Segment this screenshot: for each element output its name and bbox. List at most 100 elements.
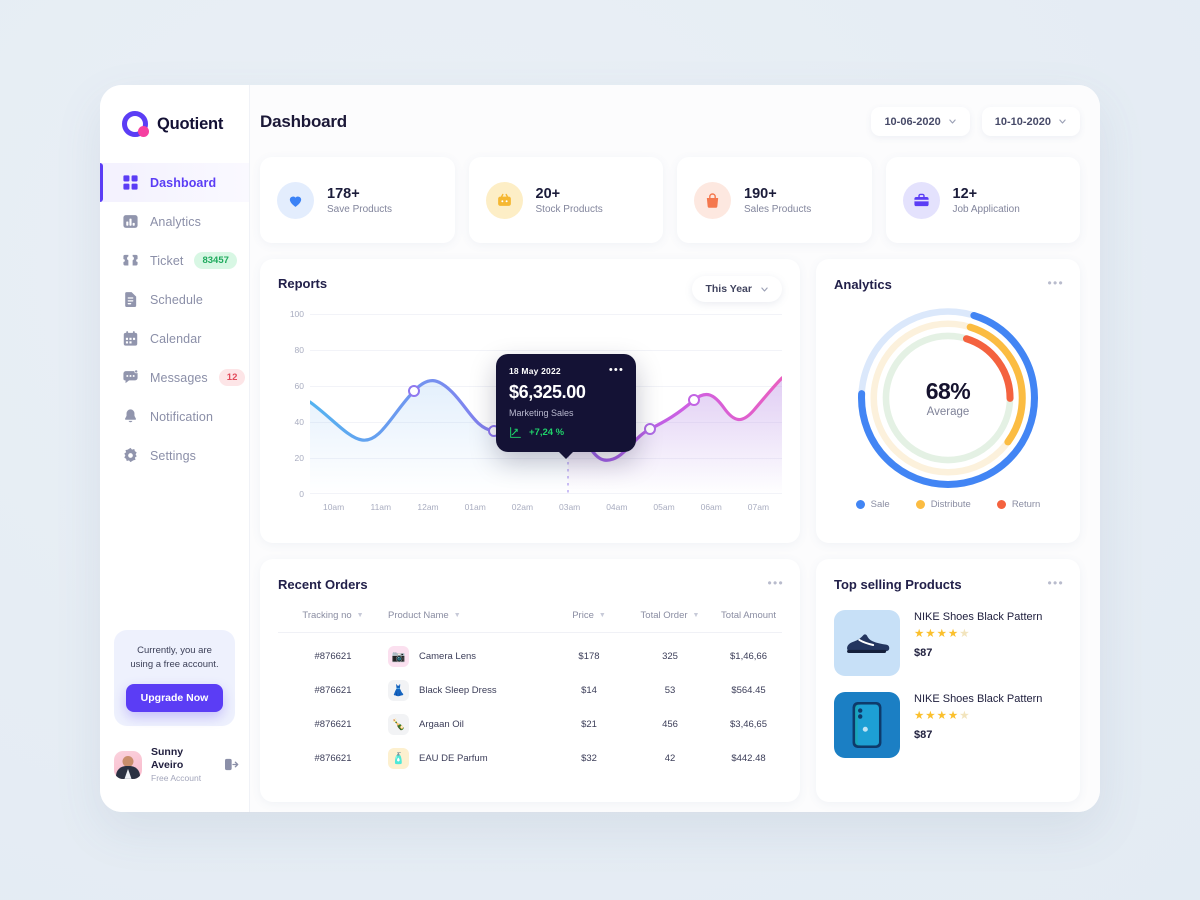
tooltip-delta-value: +7,24 % bbox=[529, 427, 565, 438]
top-selling-more-icon[interactable]: ••• bbox=[1047, 577, 1064, 589]
orders-table: Tracking no ▼ Product Name ▼ Price ▼ Total … bbox=[278, 610, 782, 769]
y-axis-tick: 100 bbox=[289, 309, 304, 319]
list-item[interactable]: NIKE Shoes Black Pattern ★★★★★ $87 bbox=[834, 692, 1062, 758]
tooltip-subtitle: Marketing Sales bbox=[509, 408, 574, 418]
logout-icon[interactable] bbox=[223, 756, 239, 773]
sidebar-item-label: Analytics bbox=[150, 214, 201, 229]
stat-card-sales-products[interactable]: 190+ Sales Products bbox=[677, 157, 872, 243]
chart-marker bbox=[688, 394, 700, 406]
stat-card-text: 12+ Job Application bbox=[953, 185, 1020, 216]
sidebar-item-ticket[interactable]: Ticket 83457 bbox=[100, 241, 249, 280]
product-details: NIKE Shoes Black Pattern ★★★★★ $87 bbox=[914, 610, 1042, 659]
x-axis-labels: 10am 11am 12am 01am 02am 03am 04am 05am 06am 07am bbox=[310, 502, 782, 512]
product-name: NIKE Shoes Black Pattern bbox=[914, 693, 1043, 705]
reports-header: Reports This Year bbox=[278, 276, 782, 302]
reports-title: Reports bbox=[278, 276, 328, 291]
sidebar-item-label: Notification bbox=[150, 409, 214, 424]
upgrade-card: Currently, you are using a free account.… bbox=[114, 629, 235, 726]
tooltip-more-icon[interactable]: ••• bbox=[609, 365, 624, 376]
list-item[interactable]: NIKE Shoes Black Pattern ★★★★★ $87 bbox=[834, 610, 1062, 676]
sidebar-item-calendar[interactable]: Calendar bbox=[100, 319, 249, 358]
orders-more-icon[interactable]: ••• bbox=[767, 577, 784, 589]
donut-label: Average bbox=[926, 405, 970, 418]
gear-icon bbox=[124, 447, 137, 463]
rating-stars: ★★★★★ bbox=[914, 628, 971, 641]
sidebar-item-label: Ticket bbox=[150, 253, 184, 268]
stat-label: Sales Products bbox=[744, 204, 812, 216]
cell-total-order: 325 bbox=[662, 651, 678, 662]
user-plan: Free Account bbox=[151, 772, 202, 783]
cell-tracking: #876621 bbox=[314, 685, 352, 696]
sidebar-item-label: Calendar bbox=[150, 331, 202, 346]
legend-label: Return bbox=[1011, 499, 1041, 510]
upgrade-now-button[interactable]: Upgrade Now bbox=[126, 684, 223, 712]
topbar: Dashboard 10-06-2020 10-10-2020 bbox=[260, 107, 1080, 136]
chart-tooltip: 18 May 2022 ••• $6,325.00 Marketing Sale… bbox=[496, 354, 636, 452]
analytics-legend: Sale Distribute Return bbox=[834, 499, 1062, 510]
analytics-title: Analytics bbox=[834, 277, 892, 292]
stat-card-save-products[interactable]: 178+ Save Products bbox=[260, 157, 455, 243]
legend-item-distribute[interactable]: Distribute bbox=[915, 499, 971, 510]
table-header-row: Tracking no ▼ Product Name ▼ Price ▼ Total … bbox=[278, 610, 782, 633]
y-axis-tick: 0 bbox=[299, 489, 304, 499]
column-header-tracking[interactable]: Tracking no ▼ bbox=[278, 610, 388, 633]
messages-badge: 12 bbox=[218, 369, 246, 386]
bottle-icon: 🍾 bbox=[388, 714, 409, 735]
tooltip-amount: $6,325.00 bbox=[509, 382, 586, 402]
sidebar-item-analytics[interactable]: Analytics bbox=[100, 202, 249, 241]
stat-card-stock-products[interactable]: 20+ Stock Products bbox=[468, 157, 663, 243]
analytics-more-icon[interactable]: ••• bbox=[1047, 277, 1064, 289]
x-axis-tick: 01am bbox=[464, 502, 486, 512]
chart-marker bbox=[408, 385, 420, 397]
brand-name: Quotient bbox=[157, 114, 224, 133]
date-to-picker[interactable]: 10-10-2020 bbox=[981, 107, 1080, 136]
cell-product: 🍾 Argaan Oil bbox=[388, 701, 553, 735]
product-name: EAU DE Parfum bbox=[419, 753, 488, 764]
table-row[interactable]: #876621 🍾 Argaan Oil $21 456 $3,46,65 bbox=[278, 701, 782, 735]
sidebar-item-label: Messages bbox=[150, 370, 208, 385]
range-selector[interactable]: This Year bbox=[692, 276, 782, 302]
recent-orders-title: Recent Orders bbox=[278, 577, 368, 592]
product-name: NIKE Shoes Black Pattern bbox=[914, 611, 1043, 623]
sidebar-item-dashboard[interactable]: Dashboard bbox=[100, 163, 249, 202]
y-axis-tick: 80 bbox=[294, 345, 304, 355]
phone-icon bbox=[834, 692, 900, 758]
rating-stars: ★★★★★ bbox=[914, 710, 971, 723]
reports-analytics-row: Reports This Year 0 20 40 60 80 100 18 M… bbox=[260, 259, 1080, 543]
cell-price: $178 bbox=[578, 651, 600, 662]
brand-logo[interactable]: Quotient bbox=[100, 103, 249, 137]
legend-item-return[interactable]: Return bbox=[996, 499, 1041, 510]
legend-dot-icon bbox=[996, 500, 1006, 509]
date-from-picker[interactable]: 10-06-2020 bbox=[871, 107, 970, 136]
column-header-total-amount[interactable]: Total Amount bbox=[715, 610, 782, 633]
product-price: $87 bbox=[914, 728, 933, 741]
stat-label: Save Products bbox=[327, 204, 393, 216]
donut-center-text: 68% Average bbox=[834, 378, 1062, 418]
column-header-product[interactable]: Product Name ▼ bbox=[388, 610, 553, 633]
cell-total-order: 42 bbox=[664, 753, 676, 764]
ticket-icon bbox=[123, 254, 138, 266]
table-row[interactable]: #876621 🧴 EAU DE Parfum $32 42 $442.48 bbox=[278, 735, 782, 769]
table-row[interactable]: #876621 👗 Black Sleep Dress $14 53 $564.… bbox=[278, 667, 782, 701]
column-header-total-order[interactable]: Total Order ▼ bbox=[625, 610, 715, 633]
table-row[interactable]: #876621 📷 Camera Lens $178 325 $1,46,66 bbox=[278, 633, 782, 667]
sidebar-item-messages[interactable]: Messages 12 bbox=[100, 358, 249, 397]
sidebar-item-settings[interactable]: Settings bbox=[100, 436, 249, 475]
analytics-panel: Analytics ••• 68% Average Sale Distribut… bbox=[816, 259, 1080, 543]
product-name: Camera Lens bbox=[419, 651, 477, 662]
analytics-donut: 68% Average bbox=[834, 300, 1062, 495]
x-axis-tick: 07am bbox=[747, 502, 770, 512]
sidebar-item-schedule[interactable]: Schedule bbox=[100, 280, 249, 319]
sidebar-nav: Dashboard Analytics Ticket 83457 Schedul… bbox=[100, 163, 249, 475]
page-title: Dashboard bbox=[260, 111, 347, 131]
column-header-price[interactable]: Price ▼ bbox=[553, 610, 625, 633]
cell-price: $32 bbox=[581, 753, 597, 764]
sidebar-item-notification[interactable]: Notification bbox=[100, 397, 249, 436]
bag-icon bbox=[694, 181, 731, 219]
legend-item-sale[interactable]: Sale bbox=[855, 499, 890, 510]
sidebar-item-label: Dashboard bbox=[150, 175, 217, 190]
user-profile[interactable]: Sunny Aveiro Free Account bbox=[114, 746, 239, 784]
trend-up-icon bbox=[510, 427, 521, 438]
orders-topselling-row: Recent Orders ••• Tracking no ▼ Product N… bbox=[260, 559, 1080, 802]
stat-card-job-application[interactable]: 12+ Job Application bbox=[885, 157, 1080, 243]
